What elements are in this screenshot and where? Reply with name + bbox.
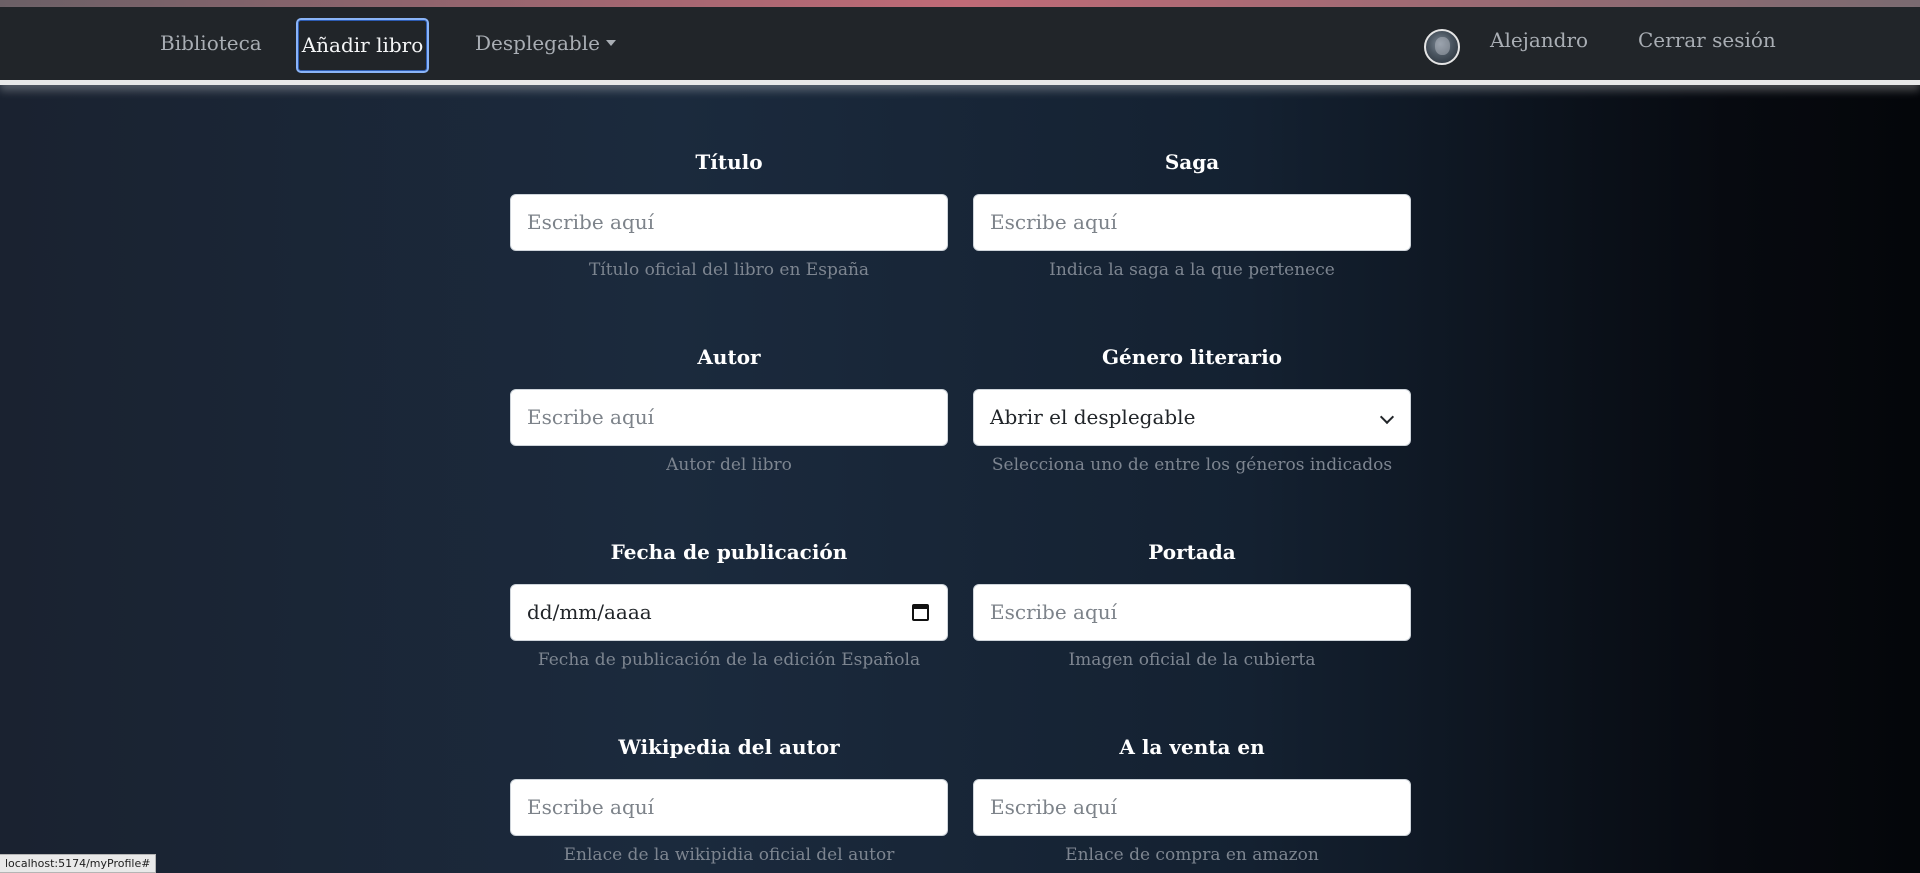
field-saga: Saga Escribe aquí Indica la saga a la qu… [973,148,1411,280]
fecha-date-input[interactable]: dd/mm/aaaa [510,584,948,641]
browser-top-accent [0,0,1920,7]
wikipedia-help: Enlace de la wikipidia oficial del autor [563,845,895,865]
portada-help: Imagen oficial de la cubierta [1068,650,1316,670]
venta-label: A la venta en [1119,735,1265,759]
field-portada: Portada Escribe aquí Imagen oficial de l… [973,538,1411,670]
field-fecha: Fecha de publicación dd/mm/aaaa Fecha de… [510,538,948,670]
genero-help: Selecciona uno de entre los géneros indi… [991,455,1393,475]
saga-label: Saga [1164,150,1220,174]
caret-down-icon [605,39,616,46]
calendar-icon[interactable] [912,604,929,621]
genero-label: Género literario [1101,345,1283,369]
titulo-input[interactable]: Escribe aquí [510,194,948,251]
navbar: Biblioteca Añadir libro Desplegable Alej… [0,7,1920,85]
nav-link-anadir-libro[interactable]: Añadir libro [296,18,429,73]
fecha-date-value: dd/mm/aaaa [527,600,652,624]
field-wikipedia: Wikipedia del autor Escribe aquí Enlace … [510,733,948,865]
avatar[interactable] [1424,29,1460,65]
field-genero: Género literario Abrir el desplegable Se… [973,343,1411,475]
nav-dropdown-desplegable[interactable]: Desplegable [475,7,616,79]
venta-help: Enlace de compra en amazon [1065,845,1319,865]
autor-help: Autor del libro [666,455,792,475]
venta-input[interactable]: Escribe aquí [973,779,1411,836]
nav-dropdown-label: Desplegable [475,31,600,55]
portada-input[interactable]: Escribe aquí [973,584,1411,641]
wikipedia-label: Wikipedia del autor [618,735,840,759]
nav-link-anadir-libro-label: Añadir libro [301,33,424,57]
chevron-down-icon [1379,409,1395,425]
logout-link[interactable]: Cerrar sesión [1638,4,1776,76]
status-bar-url: localhost:5174/myProfile# [0,854,157,873]
nav-link-biblioteca[interactable]: Biblioteca [160,7,262,79]
genero-select[interactable]: Abrir el desplegable [973,389,1411,446]
user-name[interactable]: Alejandro [1490,4,1588,76]
wikipedia-input[interactable]: Escribe aquí [510,779,948,836]
genero-select-value: Abrir el desplegable [990,405,1196,429]
saga-help: Indica la saga a la que pertenece [1049,260,1335,280]
portada-label: Portada [1148,540,1236,564]
field-autor: Autor Escribe aquí Autor del libro [510,343,948,475]
titulo-label: Título [695,150,763,174]
autor-input[interactable]: Escribe aquí [510,389,948,446]
fecha-help: Fecha de publicación de la edición Españ… [537,650,921,670]
field-venta: A la venta en Escribe aquí Enlace de com… [973,733,1411,865]
saga-input[interactable]: Escribe aquí [973,194,1411,251]
titulo-help: Título oficial del libro en España [588,260,870,280]
fecha-label: Fecha de publicación [610,540,848,564]
autor-label: Autor [697,345,761,369]
field-titulo: Título Escribe aquí Título oficial del l… [510,148,948,280]
